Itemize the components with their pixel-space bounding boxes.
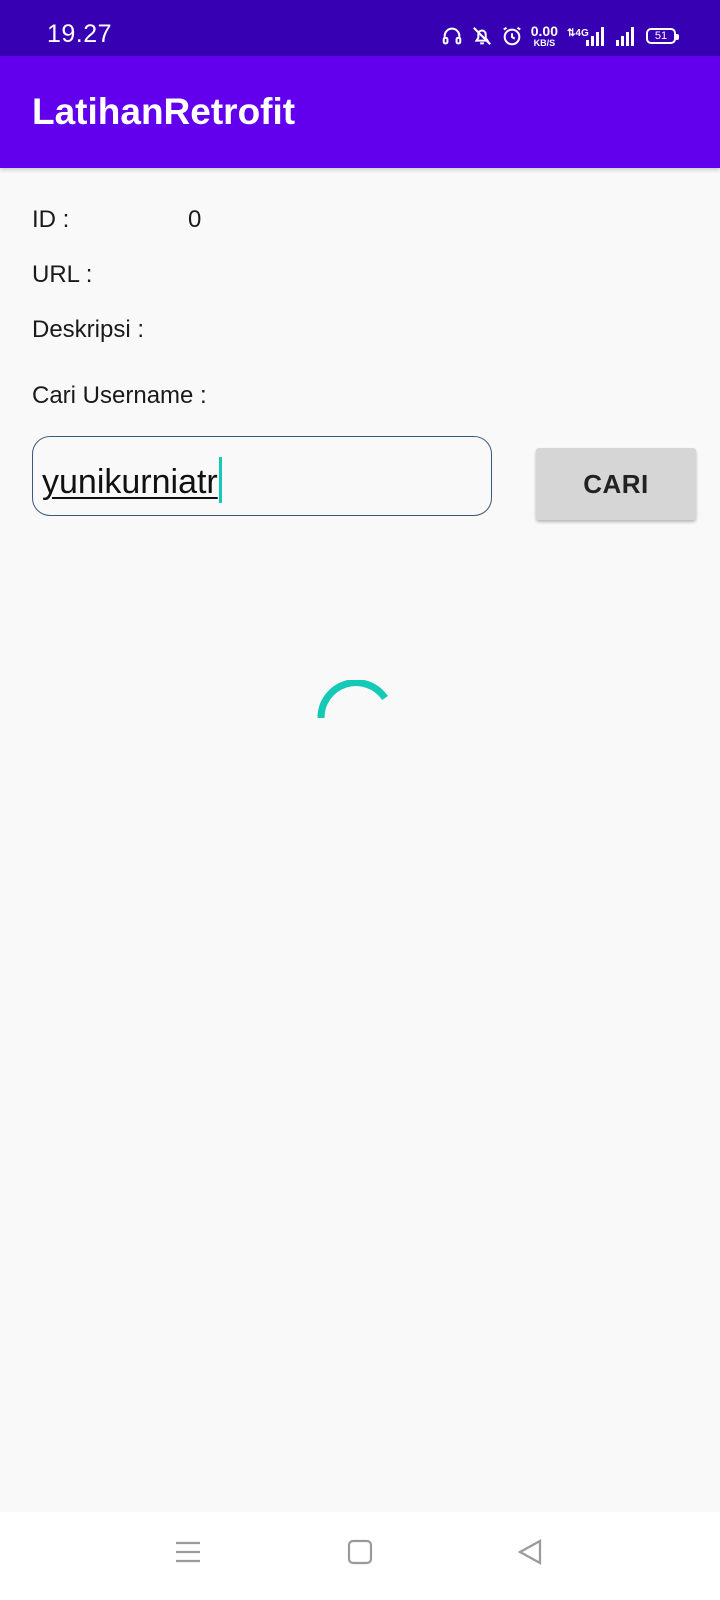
id-value: 0	[188, 206, 202, 233]
status-icons: 0.00 KB/S ⇅4G 51	[441, 18, 679, 54]
bell-off-icon	[472, 27, 491, 45]
net-speed-value: 0.00	[530, 23, 558, 39]
back-triangle-icon[interactable]	[516, 1538, 544, 1566]
id-label: ID :	[32, 206, 70, 233]
headphones-icon	[442, 27, 462, 45]
net-speed: 0.00 KB/S	[531, 24, 558, 48]
search-input-value[interactable]: yunikurniatr	[42, 457, 222, 503]
app-bar: LatihanRetrofit	[0, 56, 720, 168]
username-search-input[interactable]: yunikurniatr	[32, 436, 492, 516]
search-button[interactable]: CARI	[536, 448, 696, 520]
app-title: LatihanRetrofit	[32, 91, 296, 132]
signal-icon	[616, 27, 634, 46]
search-input-text: yunikurniatr	[42, 463, 218, 501]
loading-spinner-icon	[317, 680, 388, 719]
description-label: Deskripsi :	[32, 316, 145, 343]
alarm-icon	[502, 26, 521, 46]
menu-icon[interactable]	[174, 1538, 202, 1566]
battery-icon: 51	[646, 28, 679, 44]
text-caret	[218, 457, 222, 503]
nav-bar	[0, 1512, 720, 1600]
status-time: 19.27	[47, 20, 113, 48]
home-square-icon[interactable]	[346, 1538, 374, 1566]
search-label: Cari Username :	[32, 382, 207, 409]
net-speed-unit: KB/S	[533, 38, 556, 48]
svg-text:⇅4G: ⇅4G	[567, 28, 589, 39]
url-label: URL :	[32, 261, 93, 288]
status-bar: 19.27 0.00 KB/S ⇅4G 51	[0, 0, 720, 56]
signal-4g-icon: ⇅4G	[567, 27, 604, 46]
